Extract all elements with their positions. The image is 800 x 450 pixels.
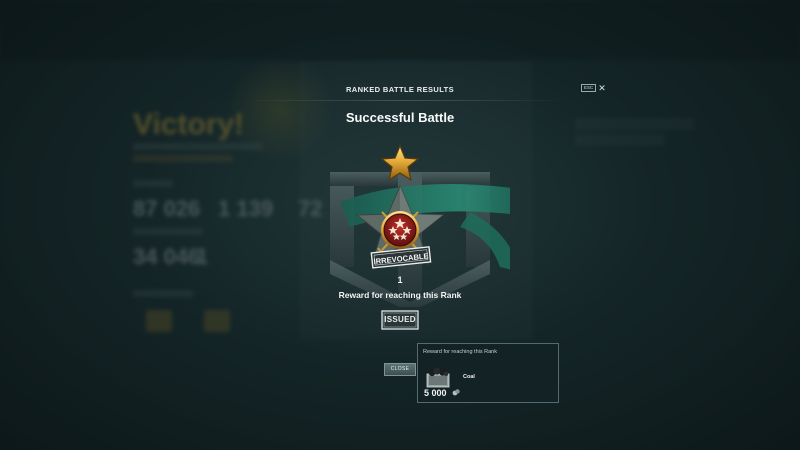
coal-cart-icon: [426, 367, 450, 388]
coal-small-icon: [452, 389, 460, 396]
reward-item-name: Coal: [463, 374, 475, 380]
reward-amount: 5 000: [424, 388, 447, 398]
issued-stamp: ISSUED: [381, 310, 419, 330]
ranked-results-modal: RANKED BATTLE RESULTS ESC ✕ Successful B…: [200, 70, 606, 430]
close-button[interactable]: CLOSE: [384, 363, 416, 376]
modal-header: RANKED BATTLE RESULTS ESC ✕: [200, 70, 606, 101]
rank-reward-title: Reward for reaching this Rank: [338, 290, 462, 300]
reward-panel: Reward for reaching this Rank Coal 5 000: [417, 343, 559, 403]
reward-panel-label: Reward for reaching this Rank: [423, 349, 497, 355]
close-icon[interactable]: ✕: [598, 84, 606, 93]
rank-number: 1: [397, 275, 403, 285]
header-divider: [240, 100, 570, 101]
modal-title: RANKED BATTLE RESULTS: [345, 85, 455, 94]
rank-badge: [381, 211, 419, 249]
issued-label: ISSUED: [384, 315, 416, 324]
battle-result-subtitle: Successful Battle: [345, 110, 455, 125]
esc-close-control[interactable]: ESC ✕: [581, 84, 606, 93]
esc-key-hint: ESC: [581, 84, 597, 92]
